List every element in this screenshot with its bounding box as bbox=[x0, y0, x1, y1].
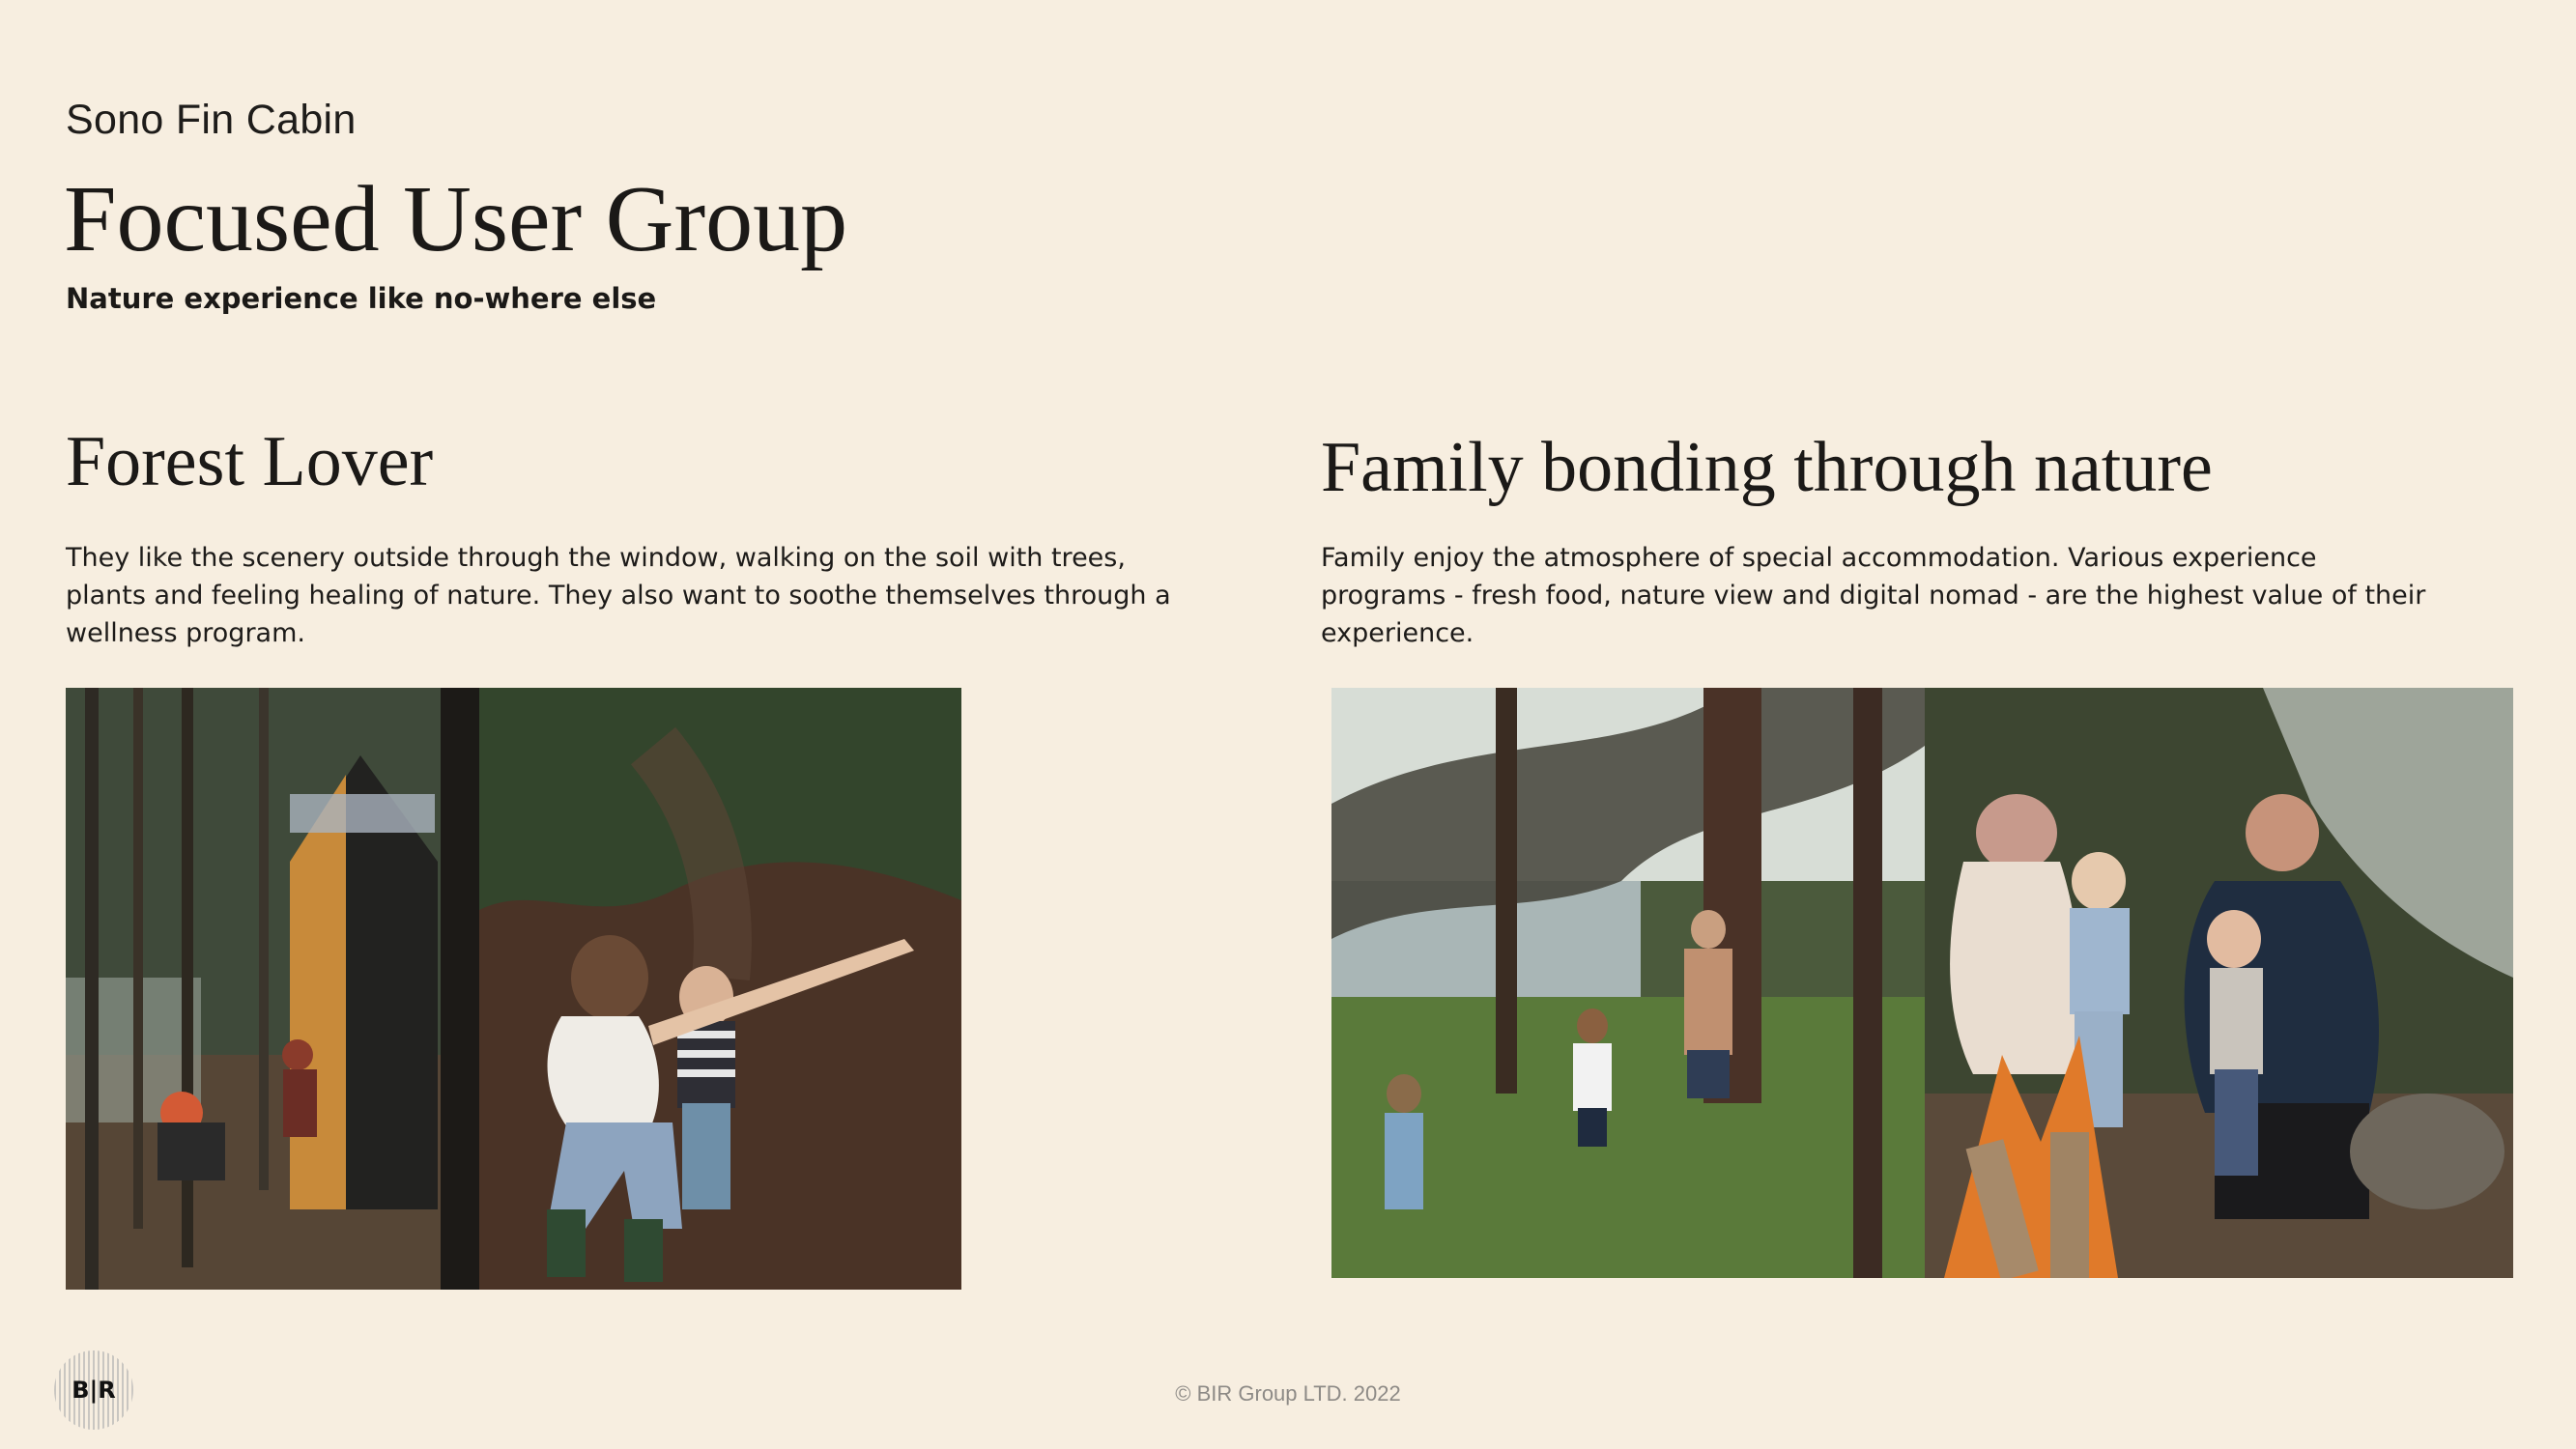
copyright-text: © BIR Group LTD. 2022 bbox=[1175, 1381, 1401, 1406]
project-name: Sono Fin Cabin bbox=[66, 97, 357, 143]
mother-child-photo bbox=[479, 688, 961, 1290]
section-title-forest-lover: Forest Lover bbox=[66, 422, 434, 501]
section-title-family-bonding: Family bonding through nature bbox=[1321, 428, 2213, 507]
cabin-photo bbox=[66, 688, 479, 1290]
page-tagline: Nature experience like no-where else bbox=[66, 282, 657, 315]
page-title: Focused User Group bbox=[64, 167, 848, 271]
family-campfire-photo bbox=[1925, 688, 2513, 1278]
section-body-forest-lover: They like the scenery outside through th… bbox=[66, 543, 1171, 648]
family-forest-walk-photo bbox=[1331, 688, 1925, 1278]
section-body-family-bonding: Family enjoy the atmosphere of special a… bbox=[1321, 543, 2426, 648]
